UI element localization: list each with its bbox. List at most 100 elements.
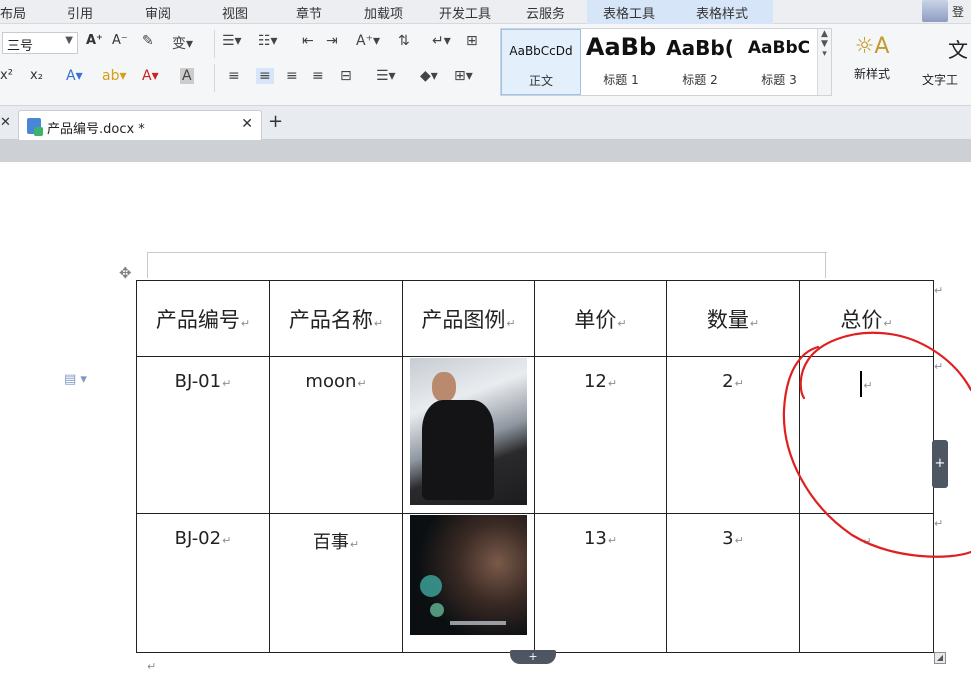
tab-references[interactable]: 引用 bbox=[67, 3, 93, 22]
header-cell[interactable]: 数量↵ bbox=[666, 280, 800, 357]
header-quantity: 数量 bbox=[706, 307, 749, 332]
table-cell[interactable]: 百事↵ bbox=[269, 513, 403, 653]
style-label: 正文 bbox=[528, 74, 553, 88]
tab-review[interactable]: 审阅 bbox=[145, 3, 171, 22]
workspace-background bbox=[0, 140, 971, 162]
tab-chapter[interactable]: 章节 bbox=[296, 3, 322, 22]
header-cell[interactable]: 产品名称↵ bbox=[269, 280, 403, 357]
style-heading-3[interactable]: AaBbC 标题 3 bbox=[741, 29, 817, 95]
text-tools-icon: 文 bbox=[948, 38, 968, 62]
phonetic-icon[interactable]: 变▾ bbox=[172, 33, 193, 53]
image-detail bbox=[430, 603, 444, 617]
align-center-icon[interactable]: ≡ bbox=[256, 68, 274, 84]
style-label: 标题 1 bbox=[603, 73, 639, 87]
tab-table-styles[interactable]: 表格样式 bbox=[696, 3, 748, 22]
font-size-select[interactable]: 三号 ▼ bbox=[2, 32, 78, 54]
product-table: 产品编号↵ 产品名称↵ 产品图例↵ 单价↵ 数量↵ 总价↵ BJ-01↵ moo… bbox=[136, 280, 934, 653]
header-product-name: 产品名称 bbox=[288, 307, 373, 332]
bullet-list-icon[interactable]: ☰▾ bbox=[222, 33, 242, 49]
total-cell-active[interactable]: ↵ bbox=[799, 356, 934, 514]
table-cell[interactable]: 3↵ bbox=[666, 513, 800, 653]
new-style-button[interactable]: ☼A 新样式 bbox=[842, 34, 902, 82]
style-heading-2[interactable]: AaBb( 标题 2 bbox=[661, 29, 739, 95]
tab-view[interactable]: 视图 bbox=[222, 3, 248, 22]
text-effect-icon[interactable]: A▾ bbox=[66, 68, 83, 84]
margin-mark bbox=[147, 252, 148, 278]
product-code: BJ-01 bbox=[174, 371, 222, 392]
margin-mark bbox=[147, 252, 827, 253]
table-cell[interactable] bbox=[402, 513, 535, 653]
numbered-list-icon[interactable]: ☷▾ bbox=[258, 33, 278, 49]
superscript-button[interactable]: x² bbox=[0, 68, 13, 83]
show-marks-icon[interactable]: ↵▾ bbox=[432, 33, 451, 49]
header-cell[interactable]: 单价↵ bbox=[534, 280, 667, 357]
indent-icon[interactable]: ⇥ bbox=[326, 33, 338, 49]
table-cell[interactable]: 13↵ bbox=[534, 513, 667, 653]
shrink-font-button[interactable]: A⁻ bbox=[112, 33, 128, 48]
shading-icon[interactable]: ◆▾ bbox=[420, 68, 438, 84]
highlight-icon[interactable]: ab▾ bbox=[102, 68, 127, 84]
gallery-scrollbar[interactable]: ▲ ▼ ▾ bbox=[817, 29, 831, 95]
distribute-icon[interactable]: ⊟ bbox=[340, 68, 352, 84]
table-move-handle-icon[interactable]: ✥ bbox=[119, 264, 132, 282]
close-icon[interactable]: ✕ bbox=[0, 115, 11, 130]
font-color-icon[interactable]: A▾ bbox=[142, 68, 159, 84]
close-icon[interactable]: ✕ bbox=[241, 116, 253, 132]
table-cell[interactable]: BJ-01↵ bbox=[136, 356, 270, 514]
header-cell[interactable]: 总价↵ bbox=[799, 280, 934, 357]
style-sample: AaBb( bbox=[666, 36, 734, 60]
image-detail bbox=[450, 621, 506, 625]
product-code: BJ-02 bbox=[174, 528, 222, 549]
ribbon: 三号 ▼ A⁺ A⁻ ✎ 变▾ ☰▾ ☷▾ ⇤ ⇥ A⁺▾ ⇅ ↵▾ ⊞ x² … bbox=[0, 24, 971, 106]
style-sample: AaBbC bbox=[747, 38, 811, 58]
avatar[interactable] bbox=[922, 0, 948, 22]
document-tab[interactable]: 产品编号.docx * ✕ bbox=[18, 110, 262, 140]
product-image[interactable] bbox=[410, 515, 527, 635]
add-row-button[interactable]: + bbox=[510, 650, 556, 664]
header-product-code: 产品编号 bbox=[155, 307, 240, 332]
tab-layout[interactable]: 布局 bbox=[0, 3, 26, 22]
grow-font-button[interactable]: A⁺ bbox=[86, 33, 103, 48]
login-label[interactable]: 登 bbox=[952, 3, 964, 20]
table-cell[interactable]: 12↵ bbox=[534, 356, 667, 514]
char-shading-icon[interactable]: A bbox=[180, 68, 194, 84]
add-column-button[interactable]: + bbox=[932, 440, 948, 488]
table-cell[interactable] bbox=[402, 356, 535, 514]
text-tools-button[interactable]: 文 文字工 bbox=[922, 34, 971, 88]
table-resize-handle[interactable]: ◢ bbox=[934, 652, 946, 664]
tab-developer[interactable]: 开发工具 bbox=[439, 3, 491, 22]
clear-format-icon[interactable]: ✎ bbox=[142, 33, 154, 49]
header-cell[interactable]: 产品编号↵ bbox=[136, 280, 270, 357]
unit-price: 12 bbox=[583, 371, 607, 392]
table-cell[interactable]: 2↵ bbox=[666, 356, 800, 514]
new-style-label: 新样式 bbox=[853, 67, 890, 81]
tab-addins[interactable]: 加载项 bbox=[364, 3, 403, 22]
border-icon[interactable]: ⊞▾ bbox=[454, 68, 473, 84]
table-cell[interactable]: ↵ bbox=[799, 513, 934, 653]
tab-table-tools[interactable]: 表格工具 bbox=[603, 3, 655, 22]
chevron-down-icon[interactable]: ▼ bbox=[65, 35, 73, 46]
sort-icon[interactable]: ⇅ bbox=[398, 33, 410, 49]
table-grid-icon[interactable]: ⊞ bbox=[466, 33, 478, 49]
table-cell[interactable]: moon↵ bbox=[269, 356, 403, 514]
table-header-row: 产品编号↵ 产品名称↵ 产品图例↵ 单价↵ 数量↵ 总价↵ bbox=[136, 280, 934, 357]
character-style-icon[interactable]: A⁺▾ bbox=[356, 33, 380, 49]
align-right-icon[interactable]: ≡ bbox=[286, 68, 298, 84]
paragraph-options-icon[interactable]: ▤ ▾ bbox=[64, 372, 87, 387]
image-detail bbox=[420, 575, 442, 597]
style-heading-1[interactable]: AaBb 标题 1 bbox=[583, 29, 659, 95]
row-end-mark: ↵ bbox=[934, 360, 944, 373]
new-tab-button[interactable]: + bbox=[268, 111, 283, 132]
subscript-button[interactable]: x₂ bbox=[30, 68, 43, 83]
style-normal[interactable]: AaBbCcDd 正文 bbox=[501, 29, 581, 95]
tab-cloud[interactable]: 云服务 bbox=[526, 3, 565, 22]
product-image[interactable] bbox=[410, 358, 527, 505]
align-left-icon[interactable]: ≡ bbox=[228, 68, 240, 84]
line-spacing-icon[interactable]: ☰▾ bbox=[376, 68, 396, 84]
menu-bar: 布局 引用 审阅 视图 章节 加载项 开发工具 云服务 表格工具 表格样式 登 bbox=[0, 0, 971, 24]
table-cell[interactable]: BJ-02↵ bbox=[136, 513, 270, 653]
outdent-icon[interactable]: ⇤ bbox=[302, 33, 314, 49]
header-cell[interactable]: 产品图例↵ bbox=[402, 280, 535, 357]
style-label: 标题 3 bbox=[761, 73, 797, 87]
justify-icon[interactable]: ≡ bbox=[312, 68, 324, 84]
